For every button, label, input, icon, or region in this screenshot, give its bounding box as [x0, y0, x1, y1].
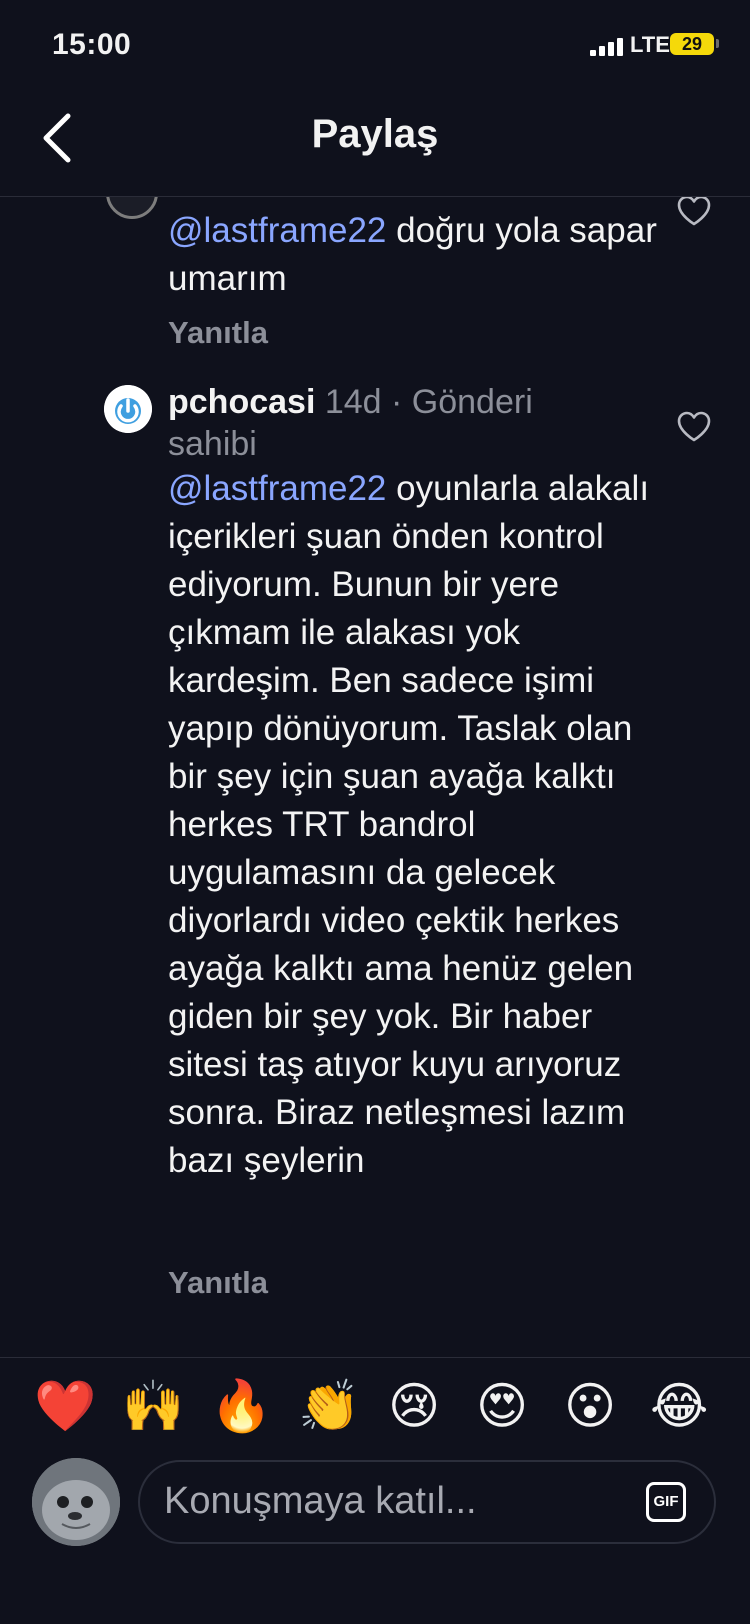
status-time: 15:00 — [52, 28, 132, 61]
gif-button[interactable]: GIF — [646, 1482, 686, 1522]
reply-button[interactable]: Yanıtla — [168, 1265, 268, 1301]
power-logo-icon — [104, 385, 152, 433]
reply-button[interactable]: Yanıtla — [168, 315, 268, 351]
comment-meta: pchocasi 14d · Gönderi sahibi — [168, 381, 628, 465]
network-type: LTE — [630, 32, 670, 57]
current-user-avatar[interactable] — [32, 1458, 120, 1546]
comment-time: 14d — [324, 383, 382, 421]
heart-icon[interactable] — [676, 411, 712, 443]
red-heart-emoji[interactable]: ❤️ — [34, 1378, 96, 1434]
comment-text: @lastframe22 oyunlarla alakalı içerikler… — [168, 465, 668, 1185]
heart-eyes-emoji[interactable]: 😍 — [474, 1378, 530, 1434]
status-bar: 15:00 LTE 29 — [0, 0, 750, 90]
page-title: Paylaş — [311, 112, 439, 156]
battery-tip — [716, 39, 719, 48]
mention-link[interactable]: @lastframe22 — [168, 469, 386, 508]
comment-list[interactable]: @lastframe22 doğru yola sapar umarım Yan… — [0, 197, 750, 1357]
crying-face-emoji[interactable]: 😢 — [386, 1378, 442, 1434]
mention-link[interactable]: @lastframe22 — [168, 211, 386, 250]
avatar[interactable] — [104, 385, 152, 433]
surprised-face-emoji[interactable]: 😮 — [562, 1378, 618, 1434]
username[interactable]: pchocasi — [168, 383, 315, 421]
nav-bar: Paylaş — [0, 90, 750, 197]
fire-emoji[interactable]: 🔥 — [210, 1378, 272, 1434]
battery-icon: 29 — [670, 33, 714, 55]
raising-hands-emoji[interactable]: 🙌 — [122, 1378, 184, 1434]
avatar[interactable] — [106, 197, 158, 219]
cell-signal-icon — [590, 36, 630, 56]
comment-composer: Konuşmaya katıl... GIF — [0, 1440, 750, 1624]
laughing-tears-emoji[interactable]: 😂 — [650, 1378, 708, 1434]
seal-photo-icon — [32, 1458, 120, 1546]
heart-icon[interactable] — [676, 197, 712, 227]
comment-input[interactable]: Konuşmaya katıl... GIF — [138, 1460, 716, 1544]
comment-input-placeholder: Konuşmaya katıl... — [164, 1480, 477, 1522]
comment-body: oyunlarla alakalı içerikleri şuan önden … — [168, 469, 650, 1180]
comment-text: @lastframe22 doğru yola sapar umarım — [168, 207, 668, 303]
clapping-hands-emoji[interactable]: 👏 — [298, 1378, 360, 1434]
